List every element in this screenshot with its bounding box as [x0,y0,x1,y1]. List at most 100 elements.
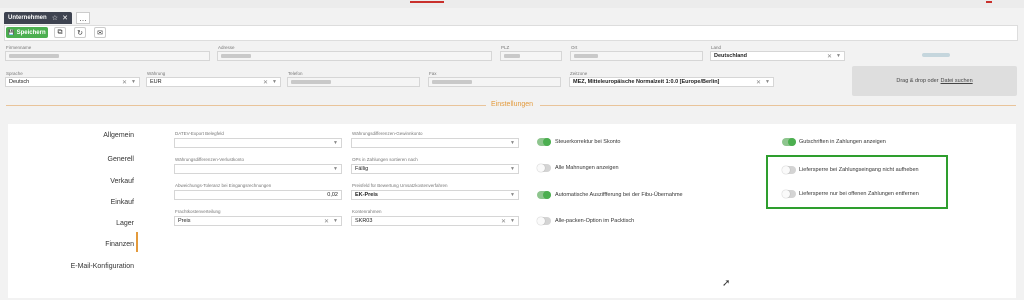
freight-select[interactable]: Preis ✕ ▼ [174,216,342,226]
notification-bar [410,1,444,3]
timezone-label: Zeitzone [570,71,588,76]
chevron-down-icon[interactable]: ▼ [765,79,770,85]
delivery-block-open-toggle[interactable] [782,190,796,198]
file-dropzone[interactable]: Drag & drop oder Datei suchen [852,66,1017,96]
chevron-down-icon[interactable]: ▼ [131,79,136,85]
tax-correction-toggle[interactable] [537,138,551,146]
price-field-value: EK-Preis [355,192,378,198]
chart-of-accounts-select[interactable]: SKR03 ✕ ▼ [351,216,519,226]
language-select[interactable]: Deutsch ✕ ▼ [5,77,140,87]
close-icon[interactable]: ✕ [59,14,68,22]
chevron-down-icon[interactable]: ▼ [333,140,338,146]
pack-all-label: Alle-packen-Option im Packtisch [555,218,635,224]
clear-icon[interactable]: ✕ [263,79,268,86]
zip-label: PLZ [501,45,510,50]
toggle-knob [537,217,545,225]
phone-input[interactable] [287,77,420,87]
price-field-label: Preisfeld für Bewertung Umsatzkostenverf… [352,183,448,188]
auto-fibu-label: Automatische Ausziffferung bei der Fibu-… [555,192,683,198]
toolbar [4,25,1018,41]
fax-input[interactable] [428,77,561,87]
company-name-input[interactable] [5,51,210,61]
chevron-down-icon[interactable]: ▼ [836,53,841,59]
toggle-knob [537,164,545,172]
wdiff-gain-select[interactable]: ▼ [351,138,519,148]
redacted-value [221,54,251,58]
more-tabs-button[interactable]: … [76,12,90,24]
city-input[interactable] [570,51,703,61]
save-label: Speichern [16,29,46,36]
clear-icon[interactable]: ✕ [324,218,329,225]
currency-value: EUR [150,79,162,85]
section-divider-left [6,105,486,106]
nav-item-lager[interactable]: Lager [116,220,134,227]
redacted-value [9,54,59,58]
wdiff-gain-label: Währungsdifferenzen-Gewinnkonto [352,131,423,136]
chevron-down-icon[interactable]: ▼ [510,218,515,224]
settings-nav: Allgemein Generell Verkauf Einkauf Lager… [8,124,134,294]
clear-icon[interactable]: ✕ [827,53,832,60]
credit-notes-toggle[interactable] [782,138,796,146]
chevron-down-icon[interactable]: ▼ [510,192,515,198]
zip-input[interactable] [500,51,562,61]
tolerance-input[interactable]: 0,02 [174,190,342,200]
freight-value: Preis [178,218,191,224]
phone-label: Telefon [288,71,303,76]
wdiff-loss-select[interactable]: ▼ [174,164,342,174]
nav-item-generell[interactable]: Generell [108,156,134,163]
redacted-value [291,80,331,84]
timezone-value: MEZ, Mitteleuropäische Normalzeit 1:0.0 … [573,79,720,85]
country-select[interactable]: Deutschland ✕ ▼ [710,51,845,61]
country-value: Deutschland [714,53,748,59]
tax-correction-label: Steuerkorrektur bei Skonto [555,139,621,145]
nav-item-finanzen[interactable]: Finanzen [105,241,134,248]
star-icon[interactable]: ☆ [48,14,58,22]
redacted-value [432,80,472,84]
redacted-value [574,54,598,58]
timezone-select[interactable]: MEZ, Mitteleuropäische Normalzeit 1:0.0 … [569,77,774,87]
pack-all-toggle[interactable] [537,217,551,225]
datev-select[interactable]: ▼ [174,138,342,148]
nav-item-einkauf[interactable]: Einkauf [111,199,134,206]
clear-icon[interactable]: ✕ [501,218,506,225]
delivery-block-receipt-label: Liefersperre bei Zahlungseingang nicht a… [799,167,919,173]
delivery-block-receipt-toggle[interactable] [782,166,796,174]
refresh-button[interactable]: ↻ [74,27,86,38]
price-field-select[interactable]: EK-Preis ▼ [351,190,519,200]
all-dunning-label: Alle Mahnungen anzeigen [555,165,619,171]
tolerance-value: 0,02 [327,192,338,198]
nav-item-email-konfiguration[interactable]: E-Mail-Konfiguration [71,263,134,270]
mouse-cursor-icon: ➚ [722,278,731,289]
copy-button[interactable]: ⧉ [54,27,66,38]
refresh-icon: ↻ [77,29,83,37]
mail-button[interactable]: ✉ [94,27,106,38]
notification-dot [986,1,992,3]
currency-label: Währung [147,71,166,76]
tab-unternehmen[interactable]: Unternehmen ☆ ✕ [4,12,72,24]
delivery-block-open-label: Liefersperre nur bei offenen Zahlungen e… [799,191,919,197]
language-label: Sprache [6,71,23,76]
currency-select[interactable]: EUR ✕ ▼ [146,77,281,87]
auto-fibu-toggle[interactable] [537,191,551,199]
file-search-link[interactable]: Datei suchen [941,78,973,84]
chevron-down-icon[interactable]: ▼ [333,166,338,172]
toggle-knob [543,138,551,146]
chevron-down-icon[interactable]: ▼ [272,79,277,85]
nav-item-allgemein[interactable]: Allgemein [103,132,134,139]
dropzone-text: Drag & drop oder [896,78,939,84]
clear-icon[interactable]: ✕ [122,79,127,86]
save-icon: 💾 [8,29,15,36]
clear-icon[interactable]: ✕ [756,79,761,86]
chevron-down-icon[interactable]: ▼ [510,166,515,172]
chevron-down-icon[interactable]: ▼ [333,218,338,224]
ops-select[interactable]: Fällig ▼ [351,164,519,174]
toggle-knob [782,190,790,198]
nav-item-verkauf[interactable]: Verkauf [110,178,134,185]
chevron-down-icon[interactable]: ▼ [510,140,515,146]
company-name-label: Firmenname [6,45,32,50]
save-button[interactable]: 💾 Speichern [6,27,48,38]
all-dunning-toggle[interactable] [537,164,551,172]
toggle-knob [782,166,790,174]
copy-icon: ⧉ [57,28,63,36]
address-input[interactable] [217,51,492,61]
